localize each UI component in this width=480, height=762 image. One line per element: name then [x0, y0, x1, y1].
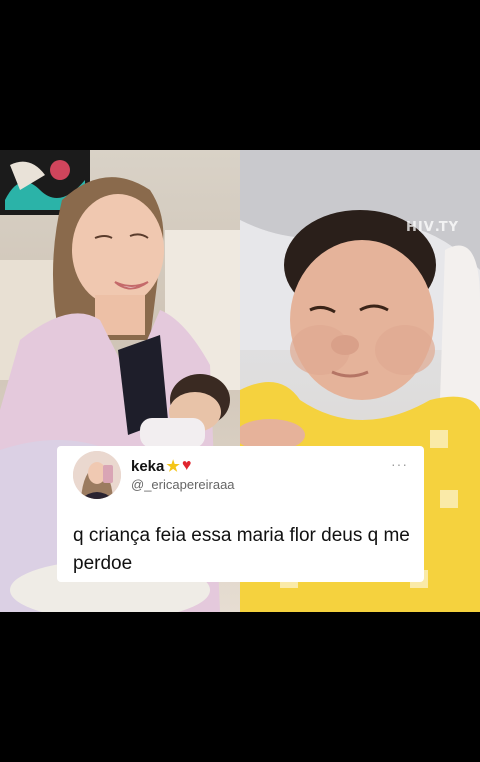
- display-name[interactable]: keka ★ ♥: [131, 457, 191, 475]
- handle[interactable]: @_ericapereiraaa: [131, 477, 235, 492]
- display-name-text: keka: [131, 457, 165, 475]
- avatar-image: [73, 451, 121, 499]
- star-icon: ★: [166, 458, 180, 475]
- avatar[interactable]: [73, 451, 121, 499]
- heart-icon: ♥: [181, 457, 192, 474]
- watermark: YT.VIH: [404, 220, 458, 235]
- tweet-card[interactable]: keka ★ ♥ @_ericapereiraaa ··· q criança …: [57, 446, 424, 582]
- tweet-text: q criança feia essa maria flor deus q me…: [73, 525, 410, 574]
- more-options-icon[interactable]: ···: [391, 456, 408, 472]
